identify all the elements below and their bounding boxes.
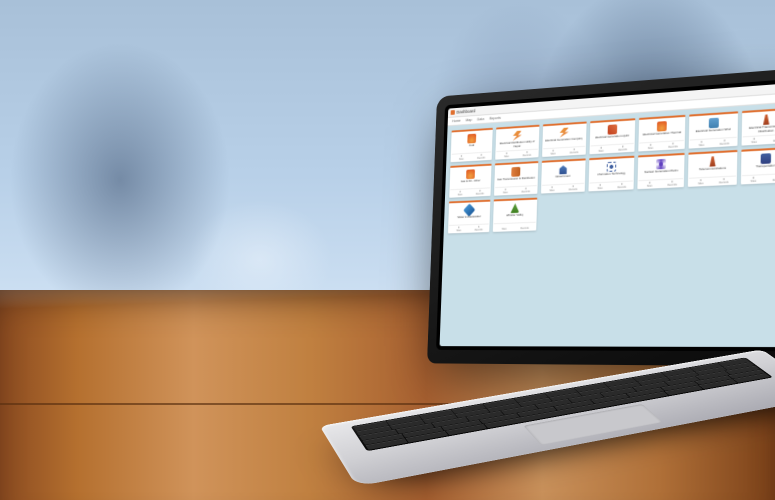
wind-icon (708, 118, 718, 129)
card-stats: 0Sites0Records (690, 137, 736, 148)
card-stats: 0Sites0Records (589, 180, 633, 190)
content-area: Coal0Sites0RecordsElectrical Distributio… (440, 102, 775, 347)
card-label: Electrical Generation Wind (696, 128, 732, 137)
category-card[interactable]: Telecommunications0Sites0Records (688, 150, 737, 187)
laptop-base (320, 349, 775, 486)
card-label: Nuclear Generation Plants (644, 169, 678, 178)
card-label: Electrical Generation Company (545, 137, 583, 146)
flame-icon (467, 134, 476, 144)
tab-map[interactable]: Map (466, 118, 472, 122)
card-label: Gas & Oil - Other (460, 179, 480, 187)
card-label: Information Technology (597, 172, 626, 180)
card-label: Telecommunications (699, 167, 726, 175)
tab-data[interactable]: Data (477, 117, 484, 121)
card-label: Electrical Generation Hydro (595, 134, 630, 143)
app-title: Dashboard (456, 109, 475, 115)
book-icon (608, 124, 618, 134)
bolt-icon (559, 128, 568, 138)
card-stats: 0Sites0Records (689, 176, 735, 186)
gov-icon (558, 164, 567, 174)
card-stats: 0Sites0Records (742, 134, 775, 145)
card-stats: 0Sites0Records (638, 178, 683, 188)
app-screen: Dashboard Home Map Data Reports Coal0Sit… (440, 83, 775, 348)
card-stats: 0Sites0Records (541, 183, 583, 193)
category-card[interactable]: Gas & Oil - Other0Sites0Records (449, 164, 492, 198)
category-card[interactable]: Coal0Sites0Records (451, 128, 494, 162)
card-label: Whistler Valley (506, 214, 524, 221)
card-stats: 0Sites0Records (742, 173, 775, 184)
card-grid: Coal0Sites0RecordsElectrical Distributio… (448, 108, 775, 234)
category-card[interactable]: Gas Transmission & Distribution0Sites0Re… (494, 161, 538, 196)
tab-reports[interactable]: Reports (489, 116, 501, 121)
logo-icon (510, 203, 519, 213)
card-stats: 0Sites0Records (543, 146, 585, 156)
category-card[interactable]: Information Technology0Sites0Records (588, 156, 634, 192)
tab-home[interactable]: Home (452, 119, 461, 123)
category-card[interactable]: Whistler ValleySitesRecords (493, 198, 537, 232)
app-icon (451, 110, 455, 115)
card-stats: 0Sites0Records (590, 143, 634, 153)
card-label: Electrical Distribution Utility of Nepal (497, 140, 538, 149)
card-stats: 0Sites0Records (450, 187, 490, 196)
laptop-lid: Dashboard Home Map Data Reports Coal0Sit… (427, 67, 775, 366)
card-stats: 0Sites0Records (495, 185, 536, 195)
atom-icon (656, 159, 666, 169)
tower-icon (708, 156, 718, 167)
category-card[interactable]: Electrical Generation Wind0Sites0Records (689, 111, 738, 148)
card-stats: 0Sites0Records (451, 151, 491, 161)
card-label: Government (555, 175, 570, 183)
card-stats: 0Sites0Records (496, 149, 537, 159)
pipe-icon (512, 167, 521, 177)
category-card[interactable]: Electrical Generation Company0Sites0Reco… (542, 122, 587, 158)
category-card[interactable]: Electrical Transmission & Distribution0S… (741, 108, 775, 146)
category-card[interactable]: Electrical Distribution Utility of Nepal… (495, 125, 539, 160)
category-card[interactable]: Electrical Generation Hydro0Sites0Record… (589, 118, 635, 154)
gear-icon (607, 162, 617, 172)
category-card[interactable]: Water & Wastewater0Sites0Records (448, 200, 491, 234)
photo-scene: Dashboard Home Map Data Reports Coal0Sit… (0, 0, 775, 500)
card-stats: 0Sites0Records (449, 223, 489, 232)
flame-icon (466, 169, 475, 179)
card-label: Coal (469, 144, 475, 151)
card-label: Gas Transmission & Distribution (497, 177, 535, 186)
category-card[interactable]: Government0Sites0Records (541, 158, 586, 193)
laptop: Dashboard Home Map Data Reports Coal0Sit… (330, 80, 775, 500)
truck-icon (760, 153, 770, 164)
bolt-icon (513, 131, 522, 141)
card-label: Electrical Transmission & Distribution (742, 124, 775, 134)
tower-icon (761, 114, 771, 125)
card-label: Transportation (756, 164, 775, 172)
category-card[interactable]: Transportation0Sites0Records (741, 147, 775, 185)
card-stats: SitesRecords (494, 222, 535, 231)
